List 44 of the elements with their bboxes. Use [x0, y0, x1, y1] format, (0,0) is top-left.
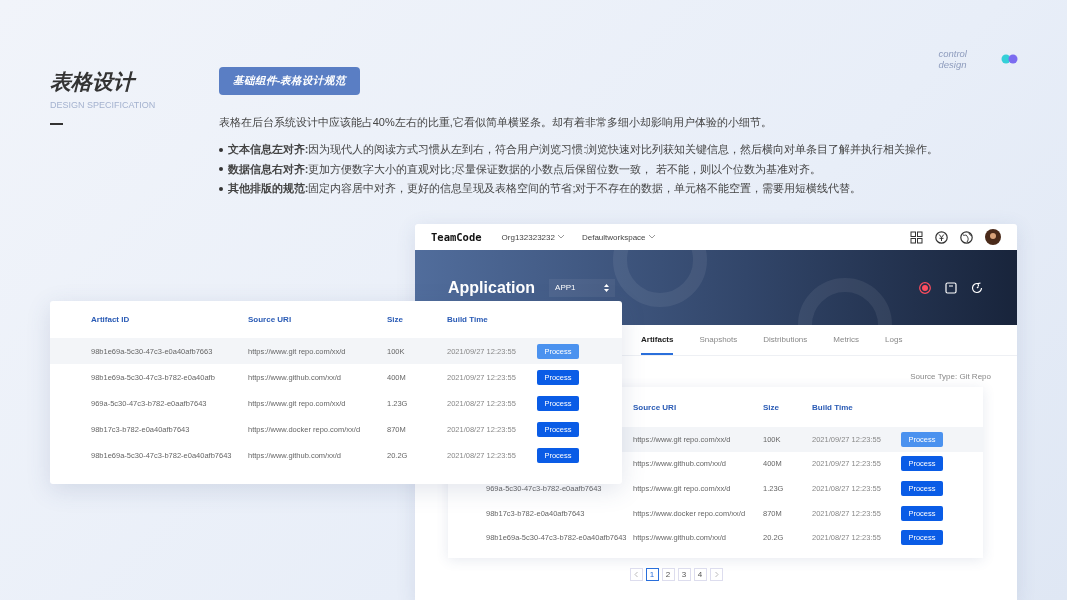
tab[interactable]: Artifacts — [641, 325, 674, 355]
page-button[interactable]: 2 — [661, 567, 675, 581]
app-logo: TeamCode — [431, 231, 482, 243]
column-header: Build Time — [447, 315, 489, 324]
column-header: Source URI — [633, 402, 678, 412]
bullet-icon — [218, 186, 223, 191]
tab[interactable]: Metrics — [833, 325, 860, 355]
bullet-icon — [218, 147, 223, 152]
sort-icon — [604, 283, 610, 292]
page-title: 表格设计 — [50, 68, 219, 96]
column-header: Size — [387, 315, 404, 324]
org-dropdown[interactable]: Org132323232 — [497, 232, 568, 242]
app-select[interactable]: APP1 — [549, 278, 616, 297]
page-subtitle: DESIGN SPECIFICATION — [50, 100, 157, 110]
tab[interactable]: Logs — [885, 325, 903, 355]
section-badge: 基础组件-表格设计规范 — [218, 67, 361, 95]
page-button[interactable]: 3 — [677, 567, 691, 581]
bullet-text: 数据信息右对齐:更加方便数字大小的直观对比;尽量保证数据的小数点后保留位数一致， 若不能，则以个位数为基准对齐。 — [227, 161, 821, 177]
column-header: Source URI — [248, 315, 293, 324]
bullet-text: 其他排版的规范:固定内容居中对齐，更好的信息呈现及表格空间的节省;对于不存在的数据，单元格不能空置，需要用短横线代替。 — [227, 181, 862, 197]
column-header: Size — [763, 402, 780, 412]
intro-text: 表格在后台系统设计中应该能占40%左右的比重,它看似简单横竖条。却有着非常多细小却影响用户体验的小细节。 — [218, 115, 772, 130]
caret-icon — [648, 235, 655, 239]
brand-label: control design — [938, 48, 968, 70]
source-type-label: Source Type: Git Repo — [910, 372, 991, 381]
yen-icon[interactable] — [935, 230, 948, 244]
avatar-icon[interactable] — [985, 229, 1001, 245]
record-icon[interactable] — [919, 281, 931, 294]
app-title: Application — [448, 278, 536, 297]
tab[interactable]: Snapshots — [699, 325, 738, 355]
column-header: Build Time — [812, 402, 854, 412]
apps-icon[interactable] — [910, 230, 923, 244]
dots-icon — [1001, 54, 1019, 64]
save-icon[interactable] — [945, 281, 957, 294]
bullet-icon — [218, 167, 223, 172]
column-header: Artifact ID — [91, 315, 131, 324]
page-button[interactable]: 4 — [693, 567, 707, 581]
refresh-icon[interactable] — [971, 281, 983, 294]
caret-icon — [557, 235, 564, 239]
title-dash — [50, 123, 63, 125]
page-button[interactable]: 1 — [645, 567, 659, 581]
tab[interactable]: Distributions — [763, 325, 808, 355]
bullet-text: 文本信息左对齐:因为现代人的阅读方式习惯从左到右，符合用户浏览习惯:浏览快速对比列获知关键信息，然后横向对单条目了解并执行相关操作。 — [227, 142, 939, 158]
workspace-dropdown[interactable]: Defaultworkspace — [577, 232, 659, 242]
